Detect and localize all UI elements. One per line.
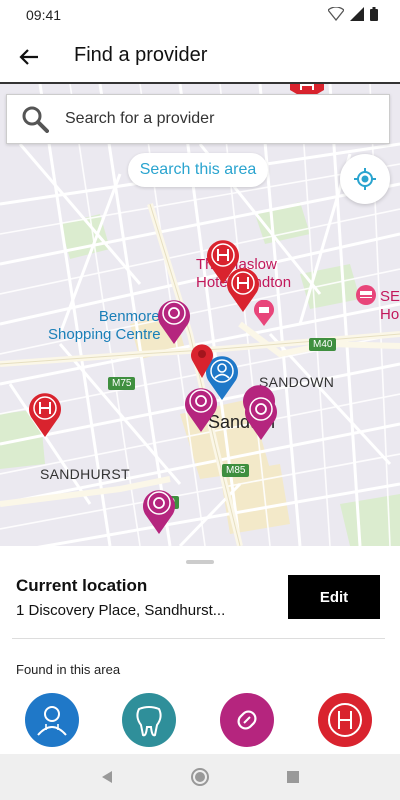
current-location-address: 1 Discovery Place, Sandhurst... (16, 602, 226, 619)
road-shield-m85: M85 (222, 464, 250, 477)
my-location-button[interactable] (340, 154, 390, 204)
map-label-sandhurst: SANDHURST (40, 466, 130, 482)
road-shield-m40: M40 (309, 338, 337, 351)
category-doctor-button[interactable] (25, 693, 79, 747)
hotel-poi-icon (356, 285, 376, 305)
bottom-sheet: Current location 1 Discovery Place, Sand… (0, 546, 400, 754)
search-bar[interactable] (6, 94, 390, 144)
road-shield-m75: M75 (108, 377, 136, 390)
pharmacy-icon (158, 300, 190, 344)
current-location-marker[interactable] (190, 342, 214, 383)
hospital-marker-2[interactable] (226, 266, 260, 317)
arrow-left-icon (19, 49, 38, 65)
map-label-benmore: Benmore Shopping Centre (48, 308, 161, 344)
doctor-icon (37, 706, 67, 736)
pharmacy-marker-1[interactable] (157, 296, 191, 349)
hospital-marker-3[interactable] (28, 391, 62, 442)
map-label-sey: SEYHo (380, 288, 400, 324)
app-bar: Find a provider (0, 30, 400, 84)
signal-icon (350, 7, 364, 21)
nav-recents-button[interactable] (283, 767, 303, 787)
search-icon (22, 106, 49, 133)
nav-home-button[interactable] (190, 767, 210, 787)
page-title: Find a provider (74, 44, 208, 66)
status-icons (328, 7, 378, 21)
triangle-back-icon (101, 771, 112, 783)
battery-icon (370, 7, 378, 21)
pharmacy-icon (245, 396, 277, 440)
hospital-icon (28, 393, 62, 437)
pharmacy-icon (143, 490, 175, 534)
hospital-icon (328, 703, 362, 737)
circle-home-icon (190, 768, 209, 786)
pill-icon (237, 710, 257, 730)
pharmacy-marker-4[interactable] (244, 392, 278, 445)
tooth-icon (136, 706, 162, 737)
category-hospital-button[interactable] (318, 693, 372, 747)
found-in-area-label: Found in this area (16, 662, 121, 677)
system-nav-bar (0, 754, 400, 800)
search-input[interactable] (63, 109, 367, 129)
nav-back-button[interactable] (97, 767, 117, 787)
sey-label-line2: Ho (380, 306, 400, 323)
divider (12, 638, 385, 639)
sheet-drag-handle[interactable] (186, 560, 214, 564)
benmore-label-line2: Shopping Centre (48, 326, 161, 343)
current-location-title: Current location (16, 576, 148, 595)
crosshair-icon (354, 168, 376, 190)
hospital-icon (227, 268, 259, 312)
edit-location-button[interactable]: Edit (288, 575, 380, 619)
search-this-area-button[interactable]: Search this area (128, 153, 268, 187)
category-pharmacy-button[interactable] (220, 693, 274, 747)
status-bar: 09:41 (0, 0, 400, 30)
pharmacy-marker-5[interactable] (142, 486, 176, 539)
wifi-icon (328, 7, 344, 21)
location-pin-icon (191, 344, 213, 378)
status-time: 09:41 (26, 7, 62, 23)
sey-label-line1: SEY (380, 288, 400, 305)
category-dentist-button[interactable] (122, 693, 176, 747)
benmore-label-line1: Benmore (98, 308, 160, 325)
square-recents-icon (287, 771, 300, 783)
back-button[interactable] (12, 40, 46, 74)
